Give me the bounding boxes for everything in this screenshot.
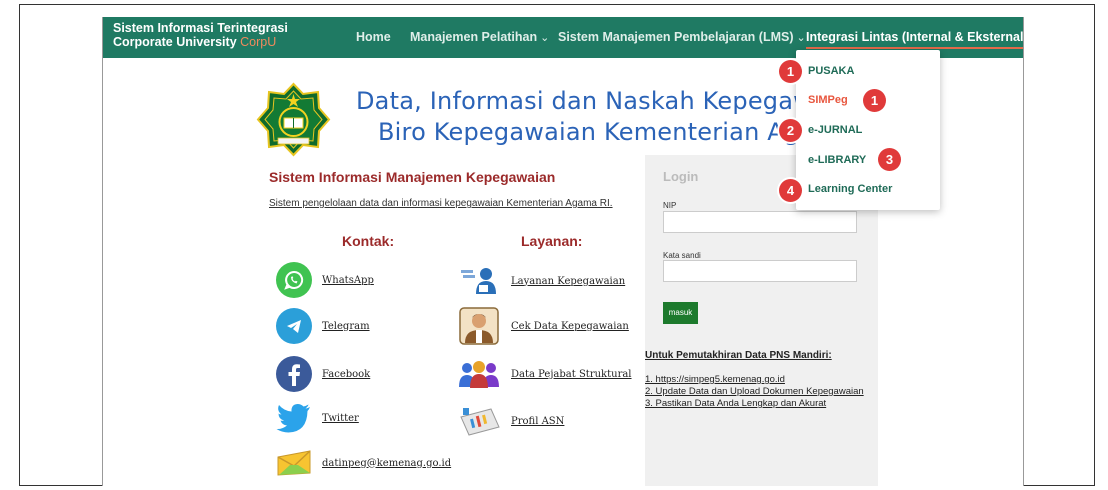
brand-accent: CorpU: [240, 35, 277, 49]
service-label: Cek Data Kepegawaian: [511, 320, 629, 332]
password-input[interactable]: [663, 260, 857, 282]
chart-document-icon: [457, 402, 501, 440]
contact-label: Twitter: [322, 412, 359, 424]
callout-badge: 3: [878, 148, 901, 171]
update-link[interactable]: 1. https://simpeg5.kemenag.go.id: [645, 374, 895, 386]
nav-manajemen-pelatihan[interactable]: Manajemen Pelatihan ⌄: [410, 30, 549, 44]
nip-label: NIP: [663, 201, 677, 210]
menu-item-pusaka[interactable]: PUSAKA: [808, 65, 854, 77]
brand-line2: Corporate University: [113, 35, 237, 49]
support-agent-icon: [457, 262, 501, 300]
contact-label: Telegram: [322, 320, 370, 332]
nav-integrasi-lintas-label: Integrasi Lintas (Internal & Eksternal): [806, 30, 1024, 44]
update-link[interactable]: 3. Pastikan Data Anda Lengkap dan Akurat: [645, 398, 895, 410]
menu-item-simpeg[interactable]: SIMPeg: [808, 94, 848, 106]
login-title: Login: [663, 169, 699, 184]
person-portrait-icon: [457, 307, 501, 345]
login-button[interactable]: masuk: [663, 302, 698, 324]
contact-label: Facebook: [322, 368, 371, 380]
nav-home[interactable]: Home: [356, 30, 391, 44]
nav-integrasi-lintas[interactable]: Integrasi Lintas (Internal & Eksternal)⌄: [806, 30, 1024, 49]
contact-telegram[interactable]: Telegram: [276, 308, 370, 344]
update-info: Untuk Pemutakhiran Data PNS Mandiri: 1. …: [645, 350, 895, 410]
menu-item-elibrary[interactable]: e-LIBRARY: [808, 154, 866, 166]
service-layanan-kepegawaian[interactable]: Layanan Kepegawaian: [457, 262, 625, 300]
menu-item-ejurnal[interactable]: e-JURNAL: [808, 124, 862, 136]
chevron-down-icon: ⌄: [796, 32, 806, 44]
password-label: Kata sandi: [663, 251, 701, 260]
nav-lms[interactable]: Sistem Manajemen Pembelajaran (LMS) ⌄: [558, 30, 806, 44]
envelope-icon: [276, 445, 312, 481]
callout-badge: 4: [779, 179, 802, 202]
nav-lms-label: Sistem Manajemen Pembelajaran (LMS): [558, 30, 794, 44]
service-label: Layanan Kepegawaian: [511, 275, 626, 287]
callout-badge: 1: [779, 60, 802, 83]
contact-twitter[interactable]: Twitter: [276, 400, 359, 436]
contact-label: WhatsApp: [322, 274, 374, 286]
contact-whatsapp[interactable]: WhatsApp: [276, 262, 374, 298]
contact-facebook[interactable]: Facebook: [276, 356, 370, 392]
callout-badge: 1: [863, 89, 886, 112]
whatsapp-icon: [276, 262, 312, 298]
header-line1: Data, Informasi dan Naskah Kepegawaian: [356, 87, 866, 115]
telegram-icon: [276, 308, 312, 344]
service-profil-asn[interactable]: Profil ASN: [457, 402, 564, 440]
browser-page: Sistem Informasi Terintegrasi Corporate …: [102, 17, 1024, 486]
contact-label: datinpeg@kemenag.go.id: [322, 457, 452, 469]
contact-heading: Kontak:: [342, 233, 395, 249]
twitter-icon: [276, 400, 312, 436]
service-heading: Layanan:: [521, 233, 583, 249]
brand-line1: Sistem Informasi Terintegrasi: [113, 21, 288, 35]
chevron-down-icon: ⌄: [540, 32, 550, 44]
service-label: Data Pejabat Struktural: [511, 368, 632, 380]
service-label: Profil ASN: [511, 415, 565, 427]
nav-home-label: Home: [356, 30, 391, 44]
update-link[interactable]: 2. Update Data dan Upload Dokumen Kepega…: [645, 386, 895, 398]
people-group-icon: [457, 355, 501, 393]
update-title: Untuk Pemutakhiran Data PNS Mandiri:: [645, 350, 832, 361]
page-title: Sistem Informasi Manajemen Kepegawaian: [269, 169, 556, 185]
nav-manajemen-pelatihan-label: Manajemen Pelatihan: [410, 30, 538, 44]
facebook-icon: [276, 356, 312, 392]
integrasi-dropdown-menu: PUSAKA SIMPeg e-JURNAL e-LIBRARY Learnin…: [796, 50, 940, 210]
callout-badge: 2: [779, 119, 802, 142]
contact-email[interactable]: datinpeg@kemenag.go.id: [276, 445, 451, 481]
service-pejabat-struktural[interactable]: Data Pejabat Struktural: [457, 355, 632, 393]
page-subtitle[interactable]: Sistem pengelolaan data dan informasi ke…: [269, 198, 613, 209]
brand[interactable]: Sistem Informasi Terintegrasi Corporate …: [113, 21, 288, 49]
nip-input[interactable]: [663, 211, 857, 233]
service-cek-data[interactable]: Cek Data Kepegawaian: [457, 307, 629, 345]
menu-item-learning-center[interactable]: Learning Center: [808, 183, 892, 195]
kemenag-logo: [256, 82, 331, 157]
